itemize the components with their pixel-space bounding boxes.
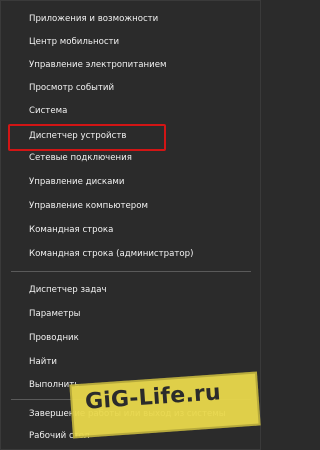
menu-item-power-options[interactable]: Управление электропитанием — [1, 54, 262, 76]
menu-item-apps-features[interactable]: Приложения и возможности — [1, 8, 262, 30]
menu-item-disk-management[interactable]: Управление дисками — [1, 171, 262, 193]
menu-item-explorer[interactable]: Проводник — [1, 327, 262, 349]
menu-item-computer-management[interactable]: Управление компьютером — [1, 195, 262, 217]
winx-context-menu: Приложения и возможности Центр мобильнос… — [0, 0, 261, 450]
menu-item-settings[interactable]: Параметры — [1, 303, 262, 325]
menu-item-command-prompt[interactable]: Командная строка — [1, 219, 262, 241]
menu-separator — [11, 271, 251, 272]
menu-item-system[interactable]: Система — [1, 100, 262, 122]
menu-item-event-viewer[interactable]: Просмотр событий — [1, 77, 262, 99]
highlight-box — [8, 124, 166, 151]
menu-item-search[interactable]: Найти — [1, 351, 262, 373]
menu-item-task-manager[interactable]: Диспетчер задач — [1, 279, 262, 301]
menu-item-command-prompt-admin[interactable]: Командная строка (администратор) — [1, 243, 262, 265]
menu-item-mobility-center[interactable]: Центр мобильности — [1, 31, 262, 53]
